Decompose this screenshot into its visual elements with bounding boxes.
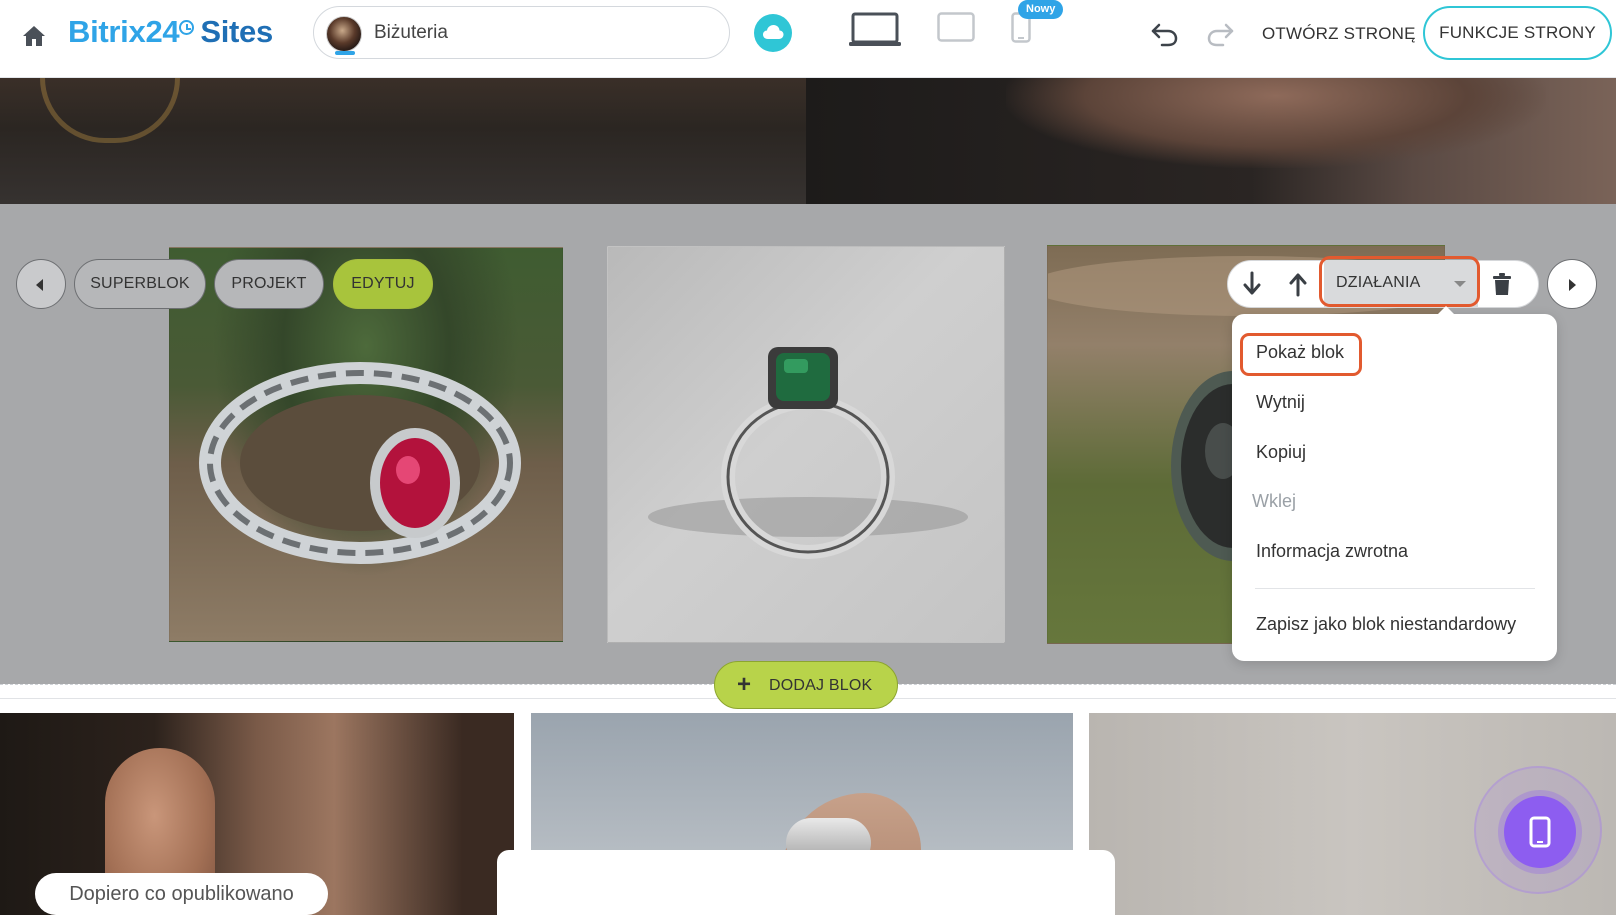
- hero-image-left: [0, 78, 806, 204]
- home-icon[interactable]: [20, 22, 48, 50]
- superblock-button[interactable]: SUPERBLOK: [74, 259, 206, 309]
- menu-item-paste: Wklej: [1252, 491, 1296, 511]
- menu-divider: [1255, 588, 1535, 589]
- bitrix24-logo[interactable]: Bitrix24 Sites: [68, 14, 273, 50]
- emerald-ring-photo[interactable]: [607, 246, 1005, 643]
- site-name: Biżuteria: [374, 22, 448, 43]
- menu-item-copy[interactable]: Kopiuj: [1256, 442, 1306, 463]
- page-features-button[interactable]: FUNKCJE STRONY: [1423, 6, 1612, 60]
- add-block-button[interactable]: + DODAJ BLOK: [714, 661, 898, 709]
- chevron-down-icon: [1454, 281, 1466, 287]
- clock-icon: [179, 20, 195, 35]
- top-bar: Bitrix24 Sites Biżuteria Nowy OTWÓRZ STRO…: [0, 0, 1616, 78]
- trash-icon[interactable]: [1491, 271, 1513, 297]
- plus-icon: +: [737, 671, 752, 698]
- site-avatar: [326, 16, 362, 55]
- mobile-preview-button[interactable]: [1474, 766, 1602, 894]
- content-card: [497, 850, 1115, 915]
- next-block-button[interactable]: [1547, 259, 1597, 309]
- logo-sites: Sites: [200, 14, 273, 49]
- site-editor: Bitrix24 Sites Biżuteria Nowy OTWÓRZ STRO…: [0, 0, 1616, 915]
- cloud-icon[interactable]: [754, 14, 792, 52]
- redo-icon[interactable]: [1205, 20, 1235, 48]
- menu-item-feedback[interactable]: Informacja zwrotna: [1256, 541, 1408, 562]
- mobile-preview-circle: [1504, 796, 1576, 868]
- undo-icon[interactable]: [1150, 20, 1180, 48]
- menu-item-show-block[interactable]: Pokaż blok: [1256, 342, 1344, 363]
- previous-block-button[interactable]: [16, 259, 66, 309]
- menu-item-save-custom-block[interactable]: Zapisz jako blok niestandardowy: [1256, 614, 1516, 635]
- tablet-icon[interactable]: [937, 12, 975, 42]
- published-status: Dopiero co opublikowano: [35, 873, 328, 915]
- design-button[interactable]: PROJEKT: [214, 259, 324, 309]
- menu-item-cut[interactable]: Wytnij: [1256, 392, 1305, 413]
- site-selector[interactable]: Biżuteria: [313, 6, 730, 59]
- desktop-icon[interactable]: [848, 12, 902, 48]
- hero-image-right: [806, 78, 1616, 204]
- add-block-label: DODAJ BLOK: [769, 677, 873, 694]
- edit-button[interactable]: EDYTUJ: [333, 259, 433, 309]
- logo-main: Bitrix24: [68, 14, 180, 49]
- open-page-button[interactable]: OTWÓRZ STRONĘ: [1262, 24, 1416, 44]
- actions-button[interactable]: DZIAŁANIA: [1324, 260, 1478, 308]
- actions-label: DZIAŁANIA: [1336, 274, 1421, 291]
- actions-menu: Pokaż blok Wytnij Kopiuj Wklej Informacj…: [1232, 306, 1557, 661]
- move-up-icon[interactable]: [1286, 270, 1310, 298]
- new-badge: Nowy: [1018, 0, 1064, 19]
- move-down-icon[interactable]: [1240, 270, 1264, 298]
